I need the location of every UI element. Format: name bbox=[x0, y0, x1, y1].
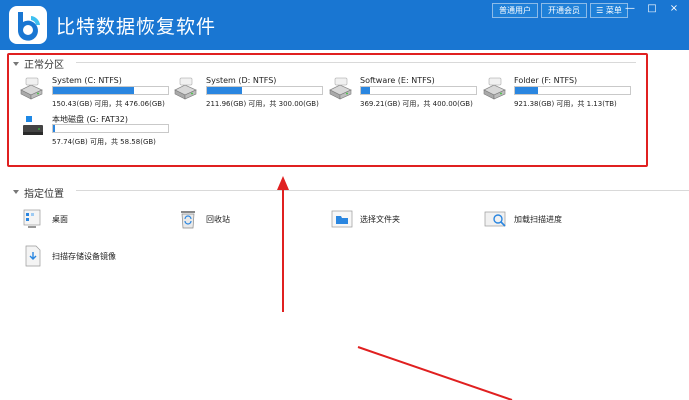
annotation-arrow-diagonal bbox=[357, 346, 513, 400]
annotation-arrows bbox=[277, 176, 513, 400]
annotation-arrowhead bbox=[277, 176, 289, 190]
